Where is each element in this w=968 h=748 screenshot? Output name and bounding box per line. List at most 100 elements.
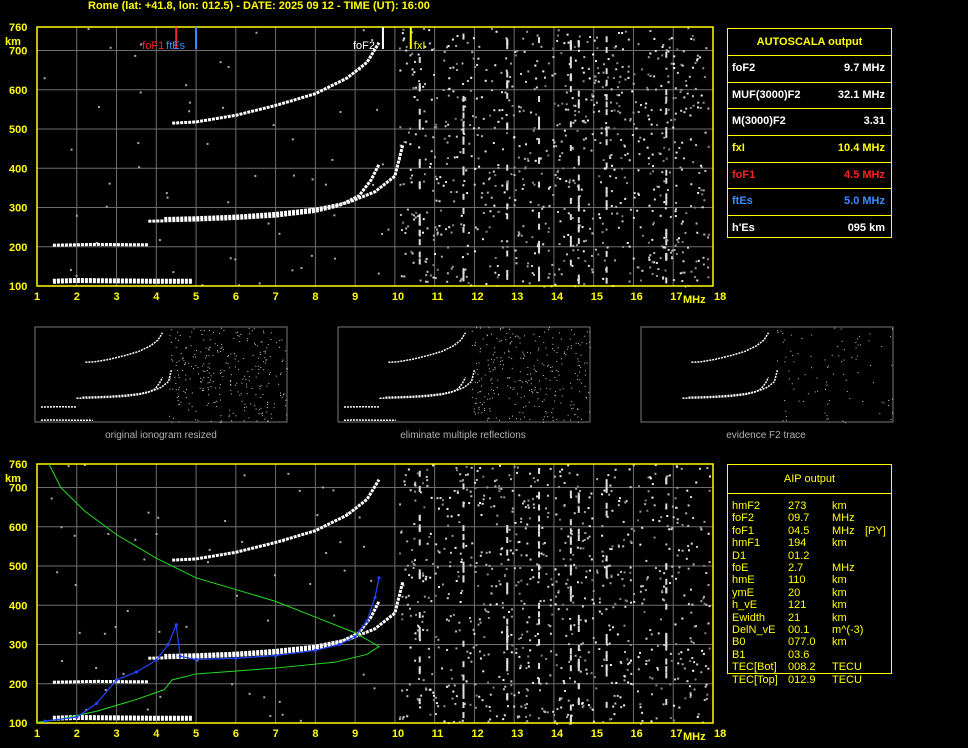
thumbnail-noise (208, 355, 210, 357)
thumbnail-noise (185, 374, 187, 376)
noise-dot (584, 239, 587, 242)
noise-dot (534, 635, 537, 638)
streak (462, 692, 465, 699)
aip-value: 09.7 (788, 512, 810, 525)
thumbnail-noise (486, 419, 488, 421)
thumbnail-noise (891, 364, 893, 366)
noise-dot (499, 553, 502, 556)
noise-dot (683, 111, 686, 114)
noise-dot (703, 564, 706, 567)
thumbnail-noise (260, 397, 262, 399)
noise-dot (451, 38, 454, 41)
noise-dot (428, 656, 431, 659)
noise-dot (690, 205, 693, 208)
noise-dot (460, 223, 463, 226)
thumbnail-noise (207, 366, 209, 368)
noise-dot (445, 181, 448, 184)
noise-dot (185, 625, 188, 628)
noise-dot (473, 632, 476, 635)
thumbnail-noise (210, 420, 212, 422)
noise-dot (576, 473, 579, 476)
noise-dot (614, 45, 617, 48)
noise-dot (641, 602, 644, 605)
noise-dot (449, 496, 452, 499)
noise-dot (555, 145, 558, 148)
noise-dot (554, 72, 557, 75)
noise-dot (527, 506, 530, 509)
noise-dot (466, 244, 469, 247)
thumbnail-noise (183, 363, 185, 365)
noise-dot (587, 704, 590, 707)
noise-dot (527, 661, 530, 664)
noise-dot (610, 109, 613, 112)
thumbnail-noise (514, 381, 516, 383)
thumbnail-noise (515, 346, 517, 348)
noise-dot (432, 189, 435, 192)
noise-dot (614, 259, 617, 262)
thumbnail-noise (227, 355, 229, 357)
thumbnail-noise (525, 381, 527, 383)
noise-dot (657, 632, 660, 635)
noise-dot (707, 258, 710, 261)
thumbnail-noise (234, 366, 236, 368)
noise-dot (701, 206, 704, 209)
noise-dot (696, 54, 699, 57)
thumbnail-noise (178, 388, 180, 390)
noise-dot (549, 632, 552, 635)
noise-dot (583, 209, 586, 212)
noise-dot (601, 222, 604, 225)
noise-dot (531, 209, 534, 212)
thumbnail-noise (481, 412, 483, 414)
noise-dot (531, 265, 534, 268)
noise-dot (621, 65, 624, 68)
thumbnail-noise (219, 399, 221, 401)
thumbnail-noise (268, 382, 270, 384)
aip-unit: km (832, 500, 847, 512)
noise-dot (500, 496, 503, 499)
noise-dot (558, 243, 561, 246)
noise-dot (474, 571, 477, 574)
noise-dot (618, 94, 621, 97)
noise-dot (108, 182, 111, 185)
noise-dot (549, 604, 552, 607)
noise-dot (509, 75, 512, 78)
noise-dot (527, 655, 530, 658)
thumbnail-noise (494, 368, 496, 370)
thumbnail-noise (824, 412, 826, 414)
thumbnail-noise (219, 393, 221, 395)
noise-dot (529, 649, 532, 652)
noise-dot (503, 191, 506, 194)
noise-dot (493, 109, 496, 112)
noise-dot (649, 629, 652, 632)
noise-dot (528, 517, 531, 520)
noise-dot (590, 99, 593, 102)
thumbnail-trace (691, 332, 770, 364)
noise-dot (553, 713, 556, 716)
streak (605, 570, 608, 577)
noise-dot (700, 166, 703, 169)
thumbnail-noise (260, 413, 262, 415)
noise-dot (598, 601, 601, 604)
thumbnail-noise (278, 383, 280, 385)
noise-dot (531, 181, 534, 184)
noise-dot (488, 551, 491, 554)
thumbnail-noise (489, 398, 491, 400)
noise-dot (591, 232, 594, 235)
noise-dot (614, 702, 617, 705)
noise-dot (564, 134, 567, 137)
noise-dot (589, 227, 592, 230)
noise-dot (411, 548, 414, 551)
noise-dot (616, 633, 619, 636)
thumbnail-noise (785, 356, 787, 358)
noise-dot (536, 632, 539, 635)
noise-dot (429, 274, 432, 277)
trace-Es (52, 278, 193, 284)
noise-dot (577, 248, 580, 251)
noise-dot (591, 708, 594, 711)
noise-dot (411, 560, 414, 563)
streak (538, 123, 541, 130)
noise-dot (704, 685, 707, 688)
noise-dot (560, 697, 563, 700)
noise-dot (560, 706, 563, 709)
noise-dot (458, 521, 461, 524)
